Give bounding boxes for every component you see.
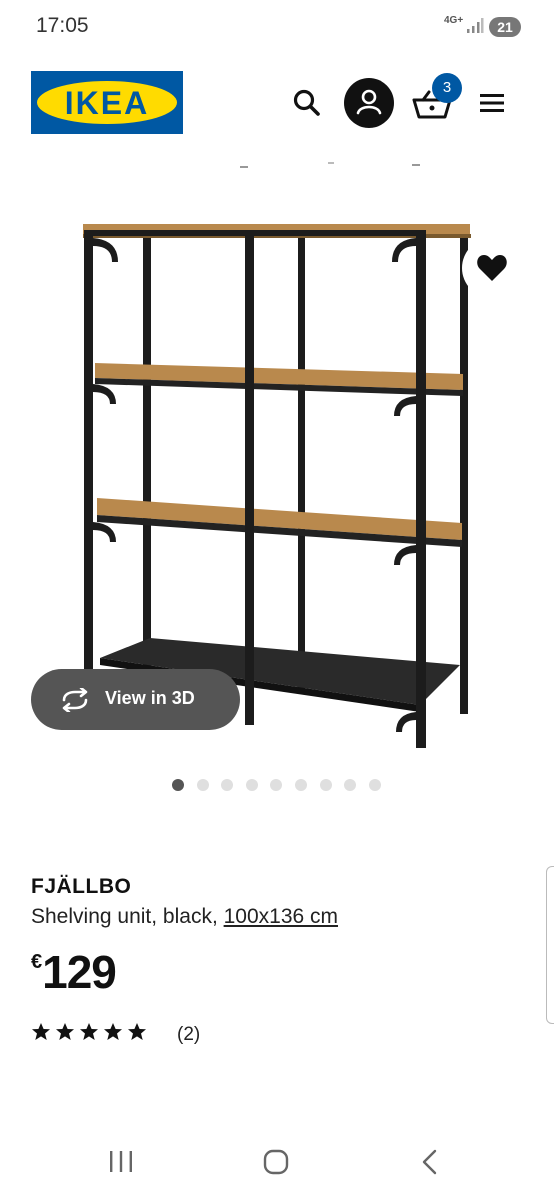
product-rating[interactable]: (2): [31, 1022, 200, 1048]
menu-button[interactable]: [476, 88, 508, 118]
status-time: 17:05: [36, 14, 89, 37]
star-icon: [103, 1022, 123, 1047]
carousel-dot[interactable]: [196, 779, 209, 791]
ikea-logo[interactable]: IKEA: [31, 71, 183, 134]
carousel-dot[interactable]: [295, 779, 307, 791]
recent-apps-icon[interactable]: [108, 1148, 134, 1176]
product-type: Shelving unit, black,: [31, 905, 224, 928]
favourite-button[interactable]: [462, 238, 522, 298]
product-dimensions-link[interactable]: 100x136 cm: [224, 905, 338, 928]
search-button[interactable]: [290, 86, 324, 120]
battery-icon: 21: [489, 17, 521, 37]
heart-icon: [477, 255, 507, 281]
view-in-3d-button[interactable]: View in 3D: [31, 669, 240, 730]
carousel-dot[interactable]: [368, 779, 381, 791]
star-icon: [31, 1022, 51, 1047]
back-icon[interactable]: [418, 1148, 442, 1176]
price-currency: €: [31, 951, 43, 973]
price-amount: 129: [42, 946, 117, 998]
network-indicator: 4G+: [444, 15, 464, 26]
status-bar: 17:05 4G+ 21: [0, 0, 554, 56]
carousel-dot[interactable]: [270, 779, 283, 791]
carousel-dot[interactable]: [172, 779, 184, 791]
star-icon: [79, 1022, 99, 1047]
carousel-dot[interactable]: [319, 779, 332, 791]
edge-panel-handle[interactable]: [546, 866, 554, 1024]
carousel-dot[interactable]: [245, 779, 258, 791]
view-in-3d-label: View in 3D: [105, 688, 195, 708]
signal-icon: [467, 18, 484, 33]
product-price: €129: [31, 945, 117, 999]
user-icon: [356, 89, 382, 115]
search-icon: [293, 89, 320, 116]
star-icon: [55, 1022, 75, 1047]
home-icon[interactable]: [262, 1148, 290, 1176]
product-name: FJÄLLBO: [31, 875, 132, 898]
rating-stars: [31, 1023, 151, 1046]
account-button[interactable]: [344, 78, 394, 128]
logo-text: IKEA: [64, 85, 150, 121]
product-description: Shelving unit, black, 100x136 cm: [31, 905, 338, 929]
system-navigation-bar: [0, 1130, 554, 1200]
hamburger-menu-icon: [480, 94, 504, 112]
review-count: (2): [177, 1024, 201, 1045]
cart-count-badge: 3: [432, 73, 462, 103]
star-icon: [127, 1022, 147, 1047]
carousel-dot[interactable]: [221, 779, 234, 791]
rotate-3d-icon: [62, 688, 88, 712]
carousel-dot[interactable]: [344, 779, 357, 791]
